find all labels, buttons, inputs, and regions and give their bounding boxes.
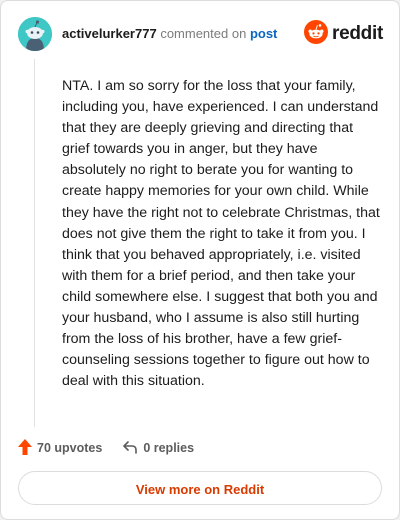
- upvote-button[interactable]: 70 upvotes: [18, 438, 103, 458]
- comment-meta: activelurker777 commented on post: [62, 26, 277, 42]
- post-link[interactable]: post: [250, 26, 277, 41]
- comment-actions: 70 upvotes 0 replies: [18, 438, 194, 458]
- thread-line: [34, 59, 35, 427]
- view-more-button[interactable]: View more on Reddit: [18, 471, 382, 505]
- upvote-arrow-icon: [18, 438, 32, 458]
- reddit-wordmark: reddit: [332, 23, 383, 44]
- comment-header: activelurker777 commented on post reddit: [18, 17, 383, 51]
- reply-button[interactable]: 0 replies: [122, 440, 194, 457]
- embedded-comment-card: activelurker777 commented on post reddit: [0, 0, 400, 520]
- reply-arrow-icon: [122, 440, 138, 457]
- comment-body: NTA. I am so sorry for the loss that you…: [62, 78, 380, 390]
- reply-count: 0 replies: [143, 441, 195, 455]
- reddit-brand[interactable]: reddit: [304, 19, 383, 49]
- action-text: commented on: [160, 26, 247, 41]
- username-link[interactable]: activelurker777: [62, 26, 157, 41]
- upvote-count: 70 upvotes: [37, 441, 103, 455]
- snoo-avatar-icon[interactable]: [18, 17, 52, 51]
- reddit-logo-icon: [304, 19, 329, 49]
